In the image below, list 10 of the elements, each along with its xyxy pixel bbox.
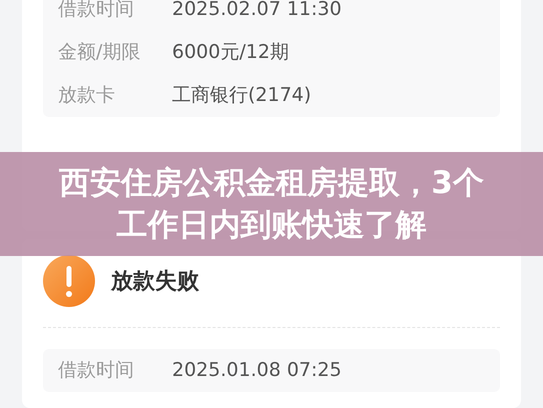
detail-label: 金额/期限 bbox=[58, 43, 142, 62]
detail-value: 6000元/12期 bbox=[172, 43, 289, 62]
warning-icon bbox=[43, 255, 95, 307]
detail-value: 2025.02.07 11:30 bbox=[172, 0, 342, 19]
banner-title: 西安住房公积金租房提取，3个工作日内到账快速了解 bbox=[58, 164, 485, 245]
status-title: 放款失败 bbox=[111, 268, 199, 296]
detail-value: 2025.01.08 07:25 bbox=[172, 361, 342, 380]
detail-value: 工商银行(2174) bbox=[172, 86, 312, 105]
detail-label: 借款时间 bbox=[58, 361, 135, 380]
detail-label: 放款卡 bbox=[58, 86, 116, 105]
